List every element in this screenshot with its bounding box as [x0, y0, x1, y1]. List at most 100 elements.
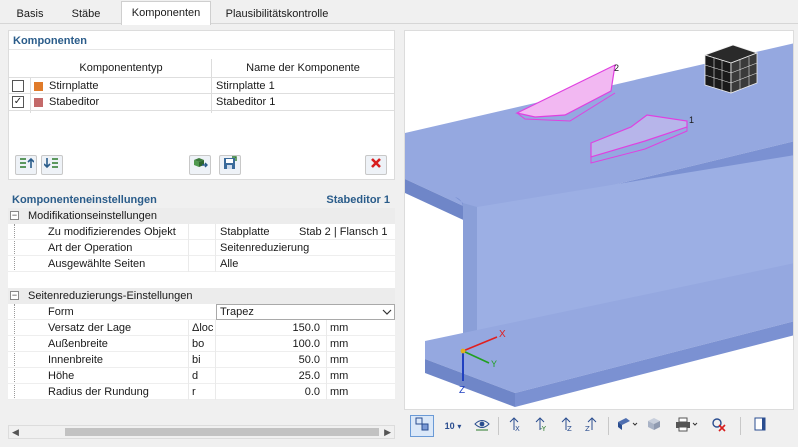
group-header-seitenreduzierung[interactable]: − Seitenreduzierungs-Einstellungen	[8, 288, 395, 304]
move-down-icon	[43, 158, 58, 169]
property-value[interactable]: 25.0	[258, 368, 320, 384]
column-header-type[interactable]: Komponententyp	[31, 59, 211, 77]
svg-text:X: X	[515, 425, 520, 432]
tab-basis[interactable]: Basis	[4, 3, 56, 24]
property-row[interactable]: Versatz der Lage Δloc 150.0 mm	[8, 320, 395, 336]
scroll-thumb[interactable]	[65, 428, 379, 436]
component-type: Stabeditor	[49, 96, 100, 108]
color-swatch	[34, 82, 43, 91]
property-label: Innenbreite	[48, 354, 104, 366]
view-neg-y-icon: -Y	[535, 417, 547, 433]
zoom-label: 10	[444, 421, 455, 431]
property-label: Zu modifizierendes Objekt	[48, 226, 176, 238]
svg-text:-Y: -Y	[540, 425, 547, 432]
property-symbol: bo	[192, 338, 205, 350]
scale-icon: ▾	[457, 422, 462, 431]
component-type: Stirnplatte	[49, 80, 99, 92]
view-x-button[interactable]: X	[502, 415, 526, 437]
property-unit: mm	[330, 370, 349, 382]
tab-plausibilitaetskontrolle[interactable]: Plausibilitätskontrolle	[213, 3, 341, 24]
visibility-button[interactable]	[470, 415, 494, 437]
scale-select[interactable]: 10 ▾	[438, 415, 468, 437]
group-header-modifikation[interactable]: − Modifikationseinstellungen	[8, 208, 395, 224]
save-button[interactable]	[219, 155, 241, 175]
collapse-icon[interactable]: −	[10, 211, 19, 220]
property-row[interactable]: Höhe d 25.0 mm	[8, 368, 395, 384]
components-title: Komponenten	[13, 35, 87, 47]
settings-selected-component: Stabeditor 1	[326, 194, 390, 206]
property-row[interactable]: Innenbreite bi 50.0 mm	[8, 352, 395, 368]
property-value[interactable]: 50.0	[258, 352, 320, 368]
view-z-icon: Z	[561, 417, 572, 433]
property-symbol: r	[192, 386, 196, 398]
box-view-button[interactable]	[642, 415, 666, 437]
marker-1: 1	[689, 115, 695, 125]
scroll-left-icon[interactable]: ◀	[12, 426, 19, 438]
axis-label-x: X	[499, 329, 506, 340]
delete-icon	[371, 158, 381, 168]
property-value: Alle	[220, 258, 239, 270]
row-checkbox[interactable]	[12, 80, 24, 92]
view-neg-y-button[interactable]: -Y	[528, 415, 552, 437]
property-row[interactable]: Radius der Rundung r 0.0 mm	[8, 384, 395, 400]
table-row[interactable]: ✓ Stabeditor Stabeditor 1	[9, 94, 394, 111]
property-label: Art der Operation	[48, 242, 133, 254]
property-value[interactable]: 150.0	[258, 320, 320, 336]
import-button[interactable]	[189, 155, 211, 175]
property-label: Radius der Rundung	[48, 386, 149, 398]
view-iso-button[interactable]: Z	[580, 415, 604, 437]
move-up-button[interactable]	[15, 155, 37, 175]
row-checkbox[interactable]: ✓	[12, 96, 24, 108]
tab-komponenten[interactable]: Komponenten	[121, 1, 211, 25]
property-label: Höhe	[48, 370, 75, 382]
delete-button[interactable]	[365, 155, 387, 175]
panel-button[interactable]	[748, 415, 772, 437]
column-header-name[interactable]: Name der Komponente	[212, 59, 394, 77]
horizontal-scrollbar[interactable]: ◀ ▶	[8, 425, 395, 439]
render-mode-button[interactable]	[612, 415, 642, 437]
collapse-icon[interactable]: −	[10, 291, 19, 300]
component-name: Stabeditor 1	[216, 96, 276, 108]
move-up-icon	[20, 157, 35, 168]
view-z-button[interactable]: Z	[554, 415, 578, 437]
tab-staebe[interactable]: Stäbe	[60, 3, 112, 24]
select-view-button[interactable]	[410, 415, 434, 437]
property-row[interactable]: Ausgewählte Seiten Alle	[8, 256, 395, 272]
tab-bar: Basis Stäbe Komponenten Plausibilitätsko…	[0, 0, 798, 25]
beam-model	[405, 43, 793, 407]
property-row[interactable]: Form Trapez	[8, 304, 395, 320]
property-label: Ausgewählte Seiten	[48, 258, 146, 270]
reset-icon	[712, 418, 726, 432]
navigation-cube-icon[interactable]	[703, 44, 759, 94]
form-select[interactable]: Trapez	[216, 304, 395, 320]
column-divider	[326, 320, 327, 400]
view-toolbar: 10 ▾ X -Y Z Z	[404, 412, 794, 440]
property-row[interactable]: Art der Operation Seitenreduzierung	[8, 240, 395, 256]
reset-button[interactable]	[706, 415, 730, 437]
property-value: Seitenreduzierung	[220, 242, 310, 254]
toolbar-separator	[740, 417, 741, 435]
print-button[interactable]	[670, 415, 704, 437]
property-unit: mm	[330, 386, 349, 398]
property-symbol: Δloc	[192, 322, 214, 334]
model-viewport[interactable]: 1 2 X Y Z	[404, 30, 794, 410]
component-name: Stirnplatte 1	[216, 80, 275, 92]
import-icon	[194, 158, 208, 168]
column-divider	[215, 224, 216, 272]
components-panel: Komponenten Komponententyp Name der Komp…	[8, 30, 395, 180]
property-value[interactable]: 0.0	[258, 384, 320, 400]
group-title: Seitenreduzierungs-Einstellungen	[28, 290, 193, 302]
axis-label-z: Z	[459, 385, 466, 396]
axis-label-y: Y	[491, 359, 498, 369]
box-view-icon	[648, 418, 660, 430]
scroll-right-icon[interactable]: ▶	[384, 426, 391, 438]
settings-title: Komponenteneinstellungen	[12, 194, 157, 206]
move-down-button[interactable]	[41, 155, 63, 175]
table-row[interactable]: Stirnplatte Stirnplatte 1	[9, 77, 394, 94]
toolbar-separator	[498, 417, 499, 435]
property-value[interactable]: 100.0	[258, 336, 320, 352]
property-row[interactable]: Zu modifizierendes Objekt Stabplatte Sta…	[8, 224, 395, 240]
property-row[interactable]: Außenbreite bo 100.0 mm	[8, 336, 395, 352]
property-symbol: d	[192, 370, 199, 382]
select-view-icon	[415, 417, 429, 431]
